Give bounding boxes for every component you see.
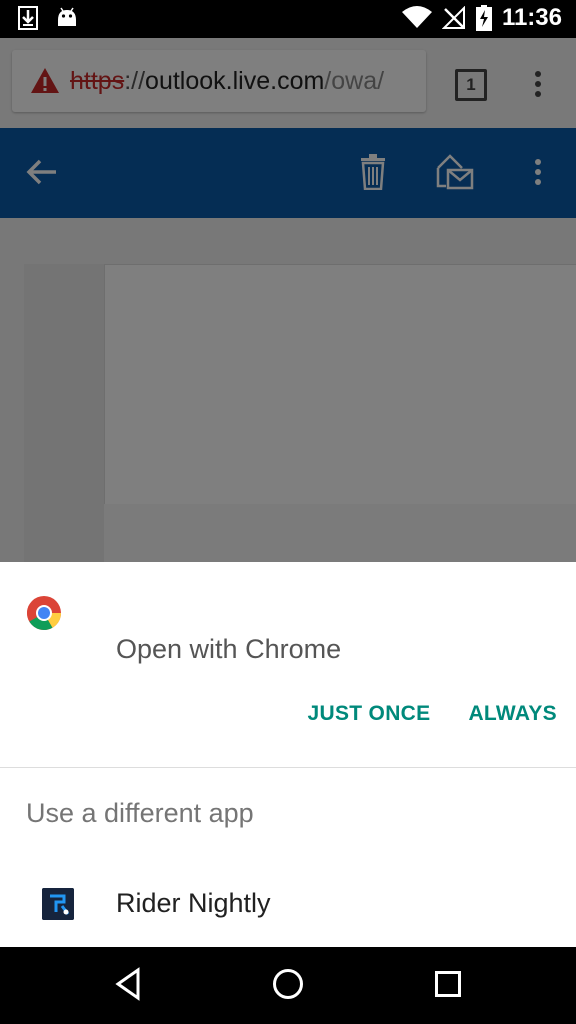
navigation-bar [0,947,576,1024]
just-once-button[interactable]: JUST ONCE [289,686,450,746]
battery-charging-icon [475,5,492,31]
status-bar: 11:36 [0,0,576,38]
chooser-title: Open with Chrome [116,633,342,664]
dialog-scrim[interactable] [0,38,576,562]
wifi-icon [401,6,432,28]
app-chooser-sheet: Open with Chrome JUST ONCE ALWAYS Use a … [0,562,576,947]
back-icon[interactable] [114,967,142,1001]
divider [0,767,576,768]
chrome-icon [27,596,61,630]
different-app-label: Use a different app [26,798,254,828]
app-list-item[interactable]: Rider Nightly [0,868,576,946]
home-icon[interactable] [272,967,304,1001]
recents-icon[interactable] [434,967,462,1001]
app-name: Rider Nightly [116,888,271,918]
status-time: 11:36 [501,4,562,31]
download-icon [18,6,38,30]
chooser-actions: JUST ONCE ALWAYS [289,686,576,746]
always-button[interactable]: ALWAYS [449,686,576,746]
no-signal-icon [441,6,465,29]
android-icon [58,7,76,26]
rider-nightly-icon [42,888,74,920]
